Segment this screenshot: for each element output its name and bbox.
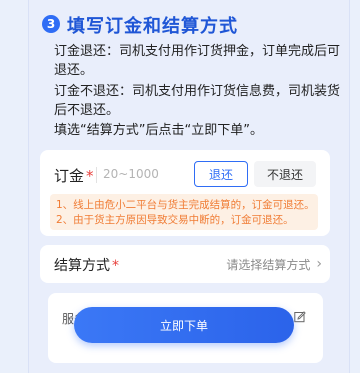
notice-line: 1、线上由危小二平台与货主完成结算的，订金可退还。 bbox=[56, 199, 315, 211]
settlement-row[interactable]: 结算方式 * 请选择结算方式 › bbox=[40, 245, 330, 283]
step-number-icon: 3 bbox=[42, 15, 60, 33]
deposit-notice: 1、线上由危小二平台与货主完成结算的，订金可退还。 2、由于货主方原因导致交易中… bbox=[50, 194, 318, 230]
place-order-button[interactable]: 立即下单 bbox=[74, 307, 294, 343]
chevron-right-icon: › bbox=[316, 256, 322, 272]
required-mark: * bbox=[86, 167, 94, 185]
required-mark: * bbox=[112, 258, 119, 274]
settlement-placeholder: 请选择结算方式 bbox=[226, 257, 311, 272]
no-refund-option-button[interactable]: 不退还 bbox=[254, 161, 316, 187]
refund-option-button[interactable]: 退还 bbox=[194, 161, 248, 187]
settlement-select[interactable]: 请选择结算方式 › bbox=[210, 251, 322, 277]
settlement-label: 结算方式 * bbox=[54, 258, 119, 274]
deposit-amount-input[interactable] bbox=[101, 161, 197, 187]
divider bbox=[96, 167, 97, 183]
deposit-card: 订金* 退还 不退还 1、线上由危小二平台与货主完成结算的，订金可退还。 2、由… bbox=[40, 150, 330, 236]
instruction-text: 填选“结算方式”后点击“立即下单”。 bbox=[54, 123, 263, 138]
section-title: 填写订金和结算方式 bbox=[67, 16, 238, 37]
no-refund-explanation: 订金不退还：司机支付用作订货信息费，司机装货后不退还。 bbox=[54, 84, 341, 118]
refund-explanation: 订金退还：司机支付用作订货押金，订单完成后可退还。 bbox=[54, 44, 341, 78]
deposit-label: 订金 * bbox=[54, 167, 94, 185]
edit-icon[interactable] bbox=[294, 311, 306, 323]
notice-line: 2、由于货主方原因导致交易中断的，订金可退还。 bbox=[56, 214, 294, 226]
